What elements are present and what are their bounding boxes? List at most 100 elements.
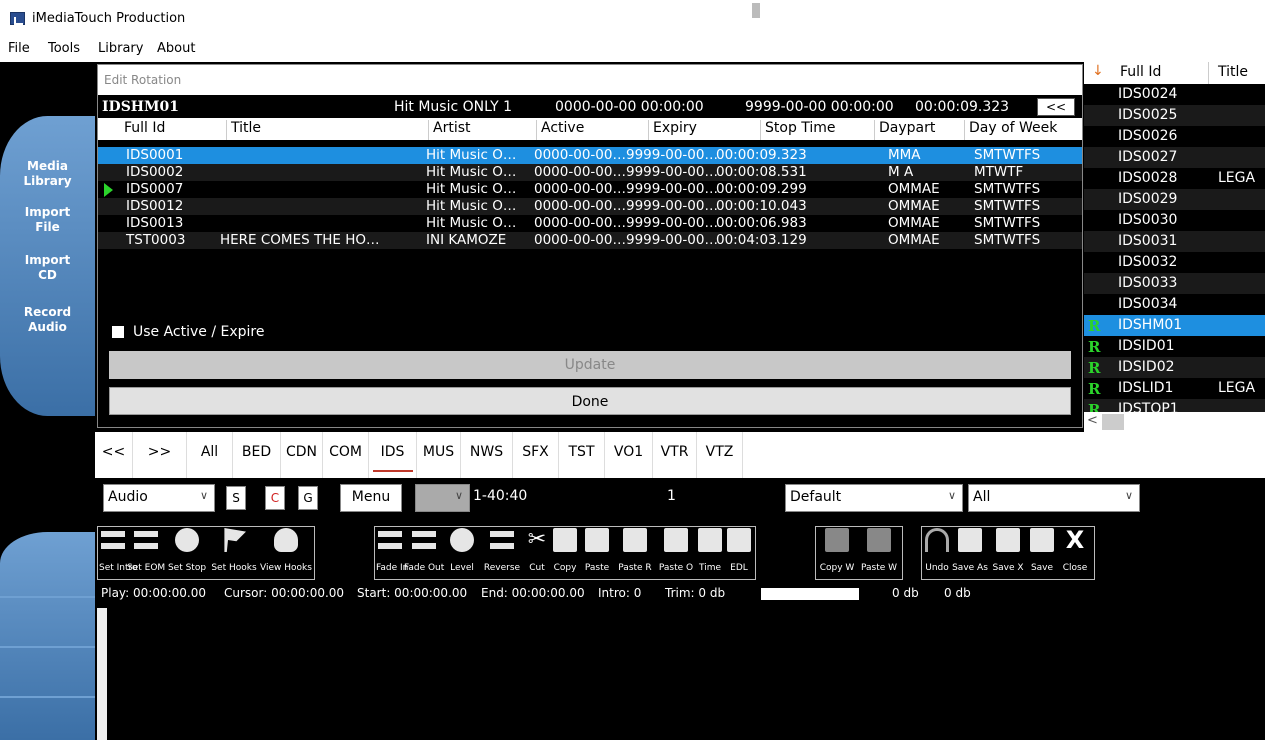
reverse-button[interactable]: Reverse: [480, 522, 524, 573]
cell-id: IDS0027: [1118, 149, 1178, 165]
copy-button[interactable]: Copy: [550, 522, 580, 573]
menu-library[interactable]: Library: [98, 41, 143, 56]
menu-button[interactable]: Menu: [340, 484, 402, 512]
tab-cdn[interactable]: CDN: [281, 432, 323, 478]
library-row[interactable]: IDS0033: [1084, 273, 1265, 294]
tab-com[interactable]: COM: [323, 432, 369, 478]
view-hooks-button[interactable]: View Hooks: [259, 522, 313, 573]
col-full-id[interactable]: Full Id: [120, 120, 165, 140]
rotation-row[interactable]: IDS0002 Hit Music O… 0000-00-00… 9999-00-00…: [98, 164, 1082, 181]
menu-tools[interactable]: Tools: [48, 41, 80, 56]
tab-bed[interactable]: BED: [233, 432, 281, 478]
s-button[interactable]: S: [226, 486, 246, 510]
edl-button[interactable]: EDL: [724, 522, 754, 573]
close-button[interactable]: X Close: [1057, 522, 1093, 573]
use-active-expire-checkbox[interactable]: [112, 326, 124, 338]
library-row[interactable]: IDS0025: [1084, 105, 1265, 126]
scroll-thumb[interactable]: [1102, 414, 1124, 430]
library-row[interactable]: R IDSID02: [1084, 357, 1265, 378]
paste-o-button[interactable]: Paste O: [656, 522, 696, 573]
tab-sfx[interactable]: SFX: [513, 432, 559, 478]
col-daypart[interactable]: Daypart: [874, 120, 935, 140]
collapse-button[interactable]: <<: [1037, 98, 1075, 116]
time-button[interactable]: Time: [696, 522, 724, 573]
col-active[interactable]: Active: [536, 120, 584, 140]
library-row[interactable]: R IDSLID1 LEGA: [1084, 378, 1265, 399]
undo-button[interactable]: Undo: [923, 522, 951, 573]
type-select[interactable]: Audio ∨: [103, 484, 215, 512]
rotation-row[interactable]: IDS0001 Hit Music O… 0000-00-00… 9999-00-00…: [98, 147, 1082, 164]
library-row[interactable]: IDS0027: [1084, 147, 1265, 168]
save-x-button[interactable]: Save X: [989, 522, 1027, 573]
disabled-select[interactable]: ∨: [415, 484, 470, 512]
tab-nws[interactable]: NWS: [461, 432, 513, 478]
library-row[interactable]: IDS0026: [1084, 126, 1265, 147]
fade-in-button[interactable]: Fade In: [376, 522, 408, 573]
record-audio-button[interactable]: Record Audio: [0, 298, 95, 344]
menu-file[interactable]: File: [8, 41, 30, 56]
rotation-row[interactable]: IDS0013 Hit Music O… 0000-00-00… 9999-00-00…: [98, 215, 1082, 232]
set-stop-button[interactable]: Set Stop: [165, 522, 209, 573]
tab-vtz[interactable]: VTZ: [697, 432, 743, 478]
col-stop-time[interactable]: Stop Time: [760, 120, 836, 140]
library-row[interactable]: R IDSTOP1: [1084, 399, 1265, 412]
paste-button[interactable]: Paste: [580, 522, 614, 573]
library-row[interactable]: IDS0024: [1084, 84, 1265, 105]
level-button[interactable]: Level: [444, 522, 480, 573]
library-row[interactable]: R IDSID01: [1084, 336, 1265, 357]
tab-next[interactable]: >>: [133, 432, 187, 478]
waveform-position-bar[interactable]: [97, 608, 107, 740]
col-day-of-week[interactable]: Day of Week: [964, 120, 1057, 140]
done-button[interactable]: Done: [109, 387, 1071, 415]
library-row[interactable]: R IDSHM01: [1084, 315, 1265, 336]
update-button[interactable]: Update: [109, 351, 1071, 379]
cell-active: 0000-00-00…: [534, 232, 626, 248]
library-row[interactable]: IDS0031: [1084, 231, 1265, 252]
rotation-row[interactable]: IDS0012 Hit Music O… 0000-00-00… 9999-00-00…: [98, 198, 1082, 215]
rotation-row[interactable]: IDS0007 Hit Music O… 0000-00-00… 9999-00-00…: [98, 181, 1082, 198]
save-as-button[interactable]: Save As: [951, 522, 989, 573]
import-cd-button[interactable]: Import CD: [0, 246, 95, 292]
tab-vtr[interactable]: VTR: [653, 432, 697, 478]
cell-id: IDS0029: [1118, 191, 1178, 207]
horizontal-scrollbar[interactable]: <: [1084, 412, 1265, 432]
import-file-button[interactable]: Import File: [0, 198, 95, 244]
tab-prev[interactable]: <<: [95, 432, 133, 478]
menu-about[interactable]: About: [157, 41, 195, 56]
save-button[interactable]: Save: [1027, 522, 1057, 573]
set-hooks-button[interactable]: Set Hooks: [209, 522, 259, 573]
library-row[interactable]: IDS0028 LEGA: [1084, 168, 1265, 189]
col-artist[interactable]: Artist: [428, 120, 471, 140]
col-expiry[interactable]: Expiry: [648, 120, 697, 140]
g-button[interactable]: G: [298, 486, 318, 510]
copy-w-button[interactable]: Copy W: [817, 522, 857, 573]
set-eom-button[interactable]: Set EOM: [127, 522, 165, 573]
rotation-row[interactable]: TST0003 HERE COMES THE HO… INI KAMOZE 0000-…: [98, 232, 1082, 249]
waveform-area[interactable]: [95, 604, 1265, 740]
profile-select[interactable]: Default ∨: [785, 484, 963, 512]
col-full-id[interactable]: Full Id: [1120, 64, 1161, 80]
library-row[interactable]: IDS0032: [1084, 252, 1265, 273]
cell-title: LEGA: [1218, 380, 1256, 396]
paste-w-button[interactable]: Paste W: [857, 522, 901, 573]
cell-id: IDS0030: [1118, 212, 1178, 228]
trim-slider-thumb[interactable]: [752, 3, 760, 18]
cut-button[interactable]: ✂ Cut: [524, 522, 550, 574]
col-title[interactable]: Title: [1218, 64, 1248, 80]
library-row[interactable]: IDS0034: [1084, 294, 1265, 315]
set-intro-button[interactable]: Set Intro: [99, 522, 138, 573]
library-row[interactable]: IDS0030: [1084, 210, 1265, 231]
trim-slider[interactable]: [761, 588, 859, 600]
c-button[interactable]: C: [265, 486, 285, 510]
fade-out-button[interactable]: Fade Out: [404, 522, 444, 573]
tab-mus[interactable]: MUS: [417, 432, 461, 478]
scroll-left-icon[interactable]: <: [1087, 413, 1098, 428]
tab-all[interactable]: All: [187, 432, 233, 478]
tab-tst[interactable]: TST: [559, 432, 605, 478]
tab-vo1[interactable]: VO1: [605, 432, 653, 478]
col-title[interactable]: Title: [226, 120, 261, 140]
media-library-button[interactable]: Media Library: [0, 152, 95, 198]
library-row[interactable]: IDS0029: [1084, 189, 1265, 210]
paste-r-button[interactable]: Paste R: [614, 522, 656, 573]
filter-select[interactable]: All ∨: [968, 484, 1140, 512]
